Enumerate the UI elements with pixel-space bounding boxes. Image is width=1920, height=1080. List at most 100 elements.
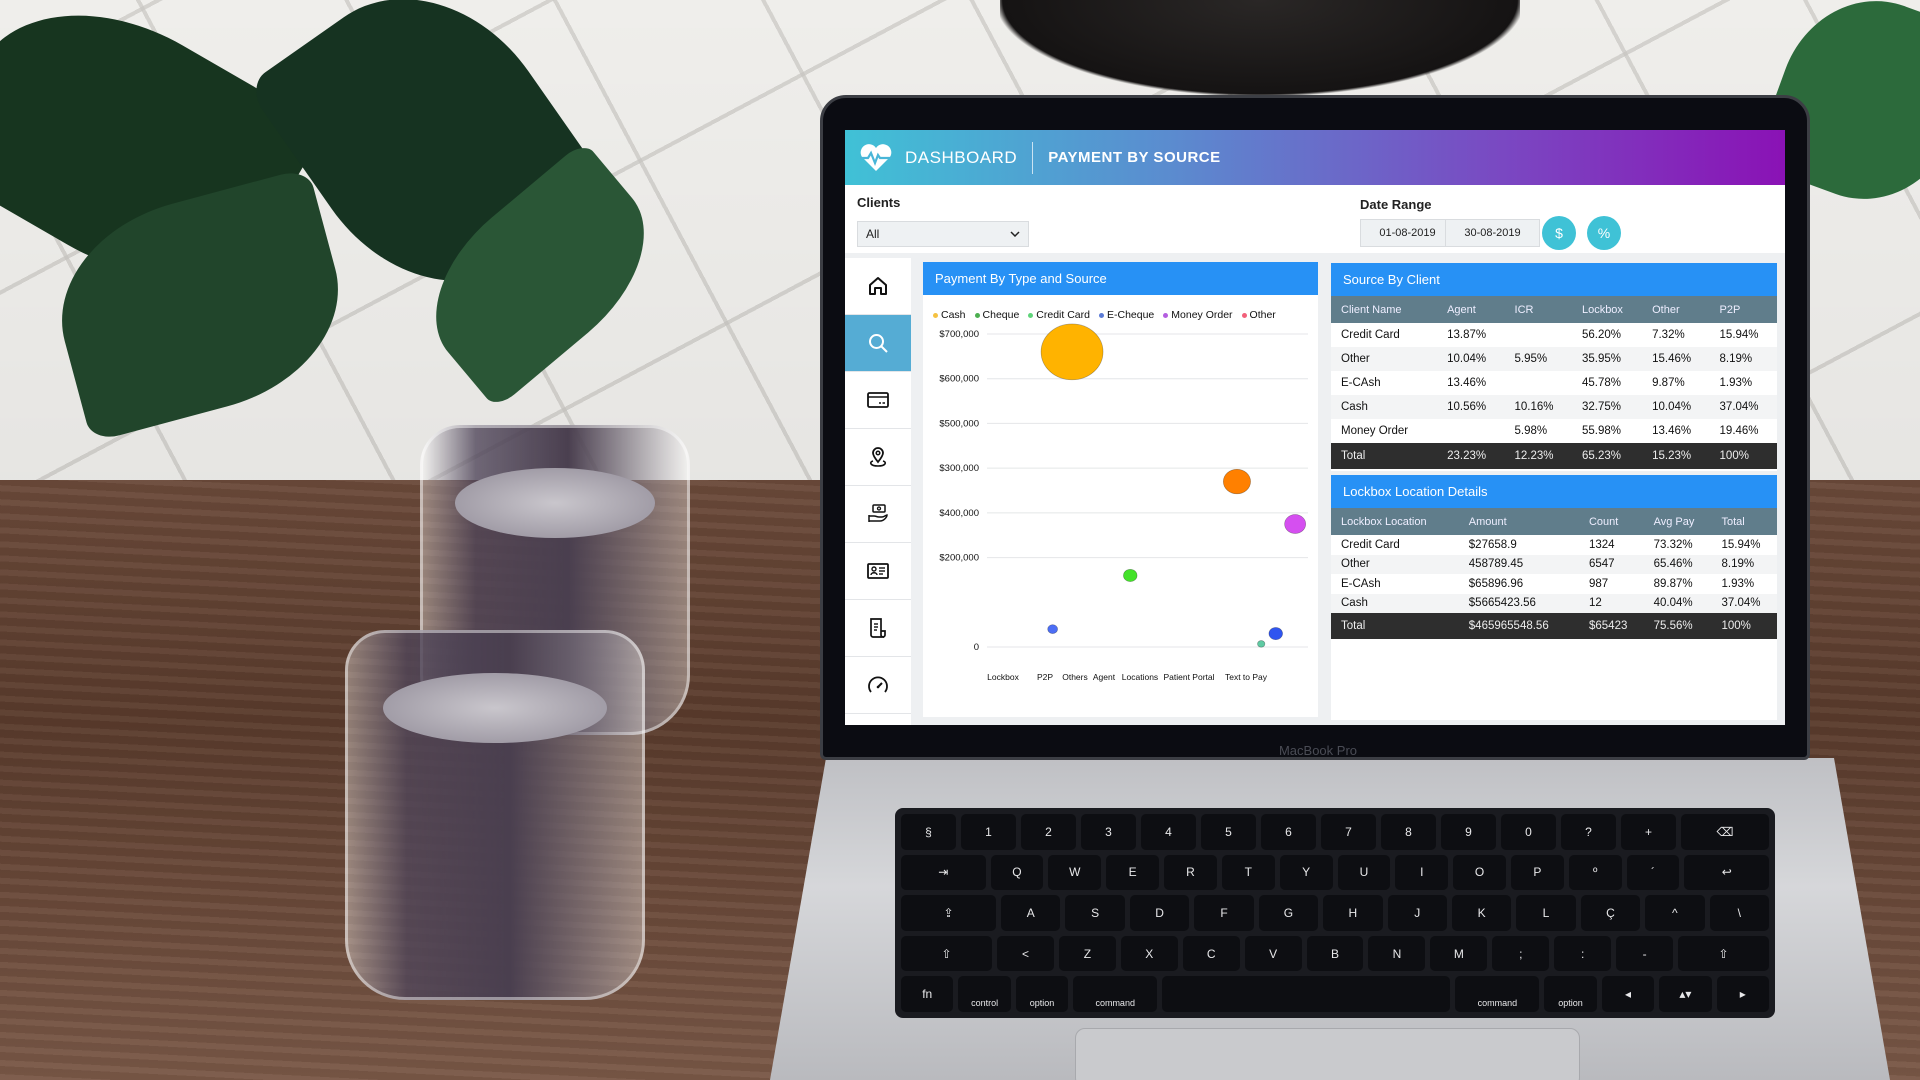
keyboard-key[interactable]: T: [1221, 854, 1275, 891]
keyboard-key[interactable]: option: [1544, 976, 1597, 1012]
keyboard-key[interactable]: 3: [1081, 814, 1136, 850]
table-row[interactable]: E-CAsh 13.46% 45.78% 9.87% 1.93%: [1331, 371, 1777, 395]
table-row[interactable]: Other 458789.45 6547 65.46% 8.19%: [1331, 554, 1777, 574]
keyboard-key[interactable]: M: [1430, 935, 1488, 972]
keyboard-key[interactable]: [1162, 976, 1451, 1012]
column-header[interactable]: ICR: [1504, 296, 1572, 323]
bubble-point[interactable]: [1123, 569, 1138, 582]
table-row[interactable]: Cash $5665423.56 12 40.04% 37.04%: [1331, 593, 1777, 613]
column-header[interactable]: Avg Pay: [1643, 508, 1712, 535]
keyboard-key[interactable]: ◂: [1601, 976, 1655, 1012]
table-row[interactable]: Other 10.04% 5.95% 35.95% 15.46% 8.19%: [1331, 347, 1777, 371]
legend-item[interactable]: Money Order: [1163, 309, 1233, 321]
bubble-point[interactable]: [1040, 323, 1104, 381]
keyboard-key[interactable]: R: [1164, 854, 1217, 891]
keyboard-key[interactable]: º: [1568, 854, 1622, 891]
column-header[interactable]: P2P: [1709, 296, 1777, 323]
table-row[interactable]: Cash 10.56% 10.16% 32.75% 10.04% 37.04%: [1331, 395, 1777, 419]
keyboard-key[interactable]: J: [1387, 895, 1447, 931]
sidebar-item-search[interactable]: [845, 315, 911, 372]
date-to-input[interactable]: 30-08-2019: [1445, 219, 1540, 247]
column-header[interactable]: Client Name: [1331, 296, 1438, 323]
column-header[interactable]: Amount: [1458, 508, 1579, 535]
keyboard-key[interactable]: :: [1554, 935, 1612, 972]
bubble-point[interactable]: [1257, 640, 1266, 648]
bubble-point[interactable]: [1268, 627, 1283, 641]
column-header[interactable]: Count: [1578, 508, 1644, 535]
keyboard-key[interactable]: U: [1337, 854, 1391, 891]
keyboard-key[interactable]: 1: [961, 814, 1016, 850]
keyboard-key[interactable]: ⇧: [901, 935, 993, 972]
keyboard-key[interactable]: F: [1194, 895, 1254, 931]
percent-toggle-button[interactable]: %: [1587, 216, 1621, 250]
clients-select[interactable]: All: [857, 221, 1029, 247]
keyboard-key[interactable]: ´: [1626, 854, 1680, 891]
keyboard-key[interactable]: B: [1306, 935, 1364, 972]
column-header[interactable]: Lockbox: [1571, 296, 1643, 323]
column-header[interactable]: Other: [1642, 296, 1710, 323]
keyboard-key[interactable]: Q: [990, 854, 1044, 891]
bubble-point[interactable]: [1223, 468, 1251, 495]
keyboard-key[interactable]: V: [1244, 935, 1302, 972]
keyboard-key[interactable]: ▴▾: [1659, 976, 1712, 1012]
table-row[interactable]: Credit Card $27658.9 1324 73.32% 15.94%: [1331, 535, 1777, 555]
keyboard-key[interactable]: ⇥: [901, 854, 986, 891]
date-from-input[interactable]: 01-08-2019: [1360, 219, 1455, 247]
keyboard-key[interactable]: control: [958, 976, 1011, 1012]
keyboard-key[interactable]: fn: [901, 976, 954, 1012]
sidebar-item-payments[interactable]: [845, 372, 911, 429]
keyboard-key[interactable]: <: [997, 935, 1054, 972]
keyboard-key[interactable]: command: [1455, 976, 1540, 1012]
legend-item[interactable]: Cheque: [974, 309, 1019, 321]
keyboard-key[interactable]: 4: [1141, 814, 1196, 850]
sidebar-item-reports[interactable]: [845, 600, 911, 657]
keyboard-key[interactable]: ;: [1492, 935, 1550, 972]
keyboard-key[interactable]: Z: [1058, 935, 1116, 972]
keyboard-key[interactable]: \: [1709, 895, 1769, 931]
keyboard-key[interactable]: E: [1106, 854, 1160, 891]
currency-toggle-button[interactable]: $: [1542, 216, 1576, 250]
keyboard-key[interactable]: Y: [1279, 854, 1333, 891]
keyboard-key[interactable]: S: [1065, 895, 1125, 931]
keyboard-key[interactable]: X: [1120, 935, 1178, 972]
sidebar-item-profiles[interactable]: [845, 543, 911, 600]
keyboard-key[interactable]: ⇪: [901, 895, 997, 931]
keyboard-key[interactable]: C: [1182, 935, 1240, 972]
table-row[interactable]: Credit Card 13.87% 56.20% 7.32% 15.94%: [1331, 323, 1777, 347]
keyboard-key[interactable]: ⇧: [1678, 935, 1770, 972]
keyboard-key[interactable]: D: [1129, 895, 1190, 931]
keyboard-key[interactable]: O: [1453, 854, 1506, 891]
keyboard-key[interactable]: -: [1616, 935, 1674, 972]
keyboard-key[interactable]: command: [1073, 976, 1158, 1012]
app-title[interactable]: DASHBOARD: [905, 148, 1017, 168]
sidebar-item-performance[interactable]: [845, 657, 911, 714]
sidebar-item-home[interactable]: [845, 258, 911, 315]
keyboard-key[interactable]: ^: [1645, 895, 1705, 931]
keyboard-key[interactable]: 0: [1501, 814, 1556, 850]
table-row[interactable]: Money Order 5.98% 55.98% 13.46% 19.46%: [1331, 419, 1777, 443]
keyboard-key[interactable]: 8: [1381, 814, 1436, 850]
keyboard-key[interactable]: 9: [1441, 814, 1496, 850]
column-header[interactable]: Lockbox Location: [1331, 508, 1459, 535]
legend-item[interactable]: Cash: [933, 309, 966, 321]
bubble-point[interactable]: [1284, 514, 1306, 534]
keyboard-key[interactable]: N: [1368, 935, 1426, 972]
keyboard-key[interactable]: 5: [1201, 814, 1256, 850]
column-header[interactable]: Agent: [1437, 296, 1505, 323]
keyboard-key[interactable]: ⌫: [1681, 814, 1769, 850]
keyboard-key[interactable]: +: [1621, 814, 1676, 850]
column-header[interactable]: Total: [1711, 508, 1777, 535]
keyboard-key[interactable]: I: [1395, 854, 1449, 891]
keyboard-key[interactable]: 7: [1321, 814, 1376, 850]
keyboard-key[interactable]: G: [1258, 895, 1319, 931]
keyboard-key[interactable]: ?: [1561, 814, 1616, 850]
table-row[interactable]: E-CAsh $65896.96 987 89.87% 1.93%: [1331, 574, 1777, 594]
keyboard-key[interactable]: ↩: [1684, 854, 1769, 891]
keyboard-key[interactable]: K: [1451, 895, 1512, 931]
touchpad[interactable]: [1075, 1028, 1580, 1080]
keyboard-key[interactable]: §: [901, 814, 956, 850]
keyboard-key[interactable]: option: [1015, 976, 1069, 1012]
keyboard-key[interactable]: 6: [1261, 814, 1316, 850]
keyboard-key[interactable]: L: [1516, 895, 1576, 931]
bubble-point[interactable]: [1047, 624, 1058, 634]
